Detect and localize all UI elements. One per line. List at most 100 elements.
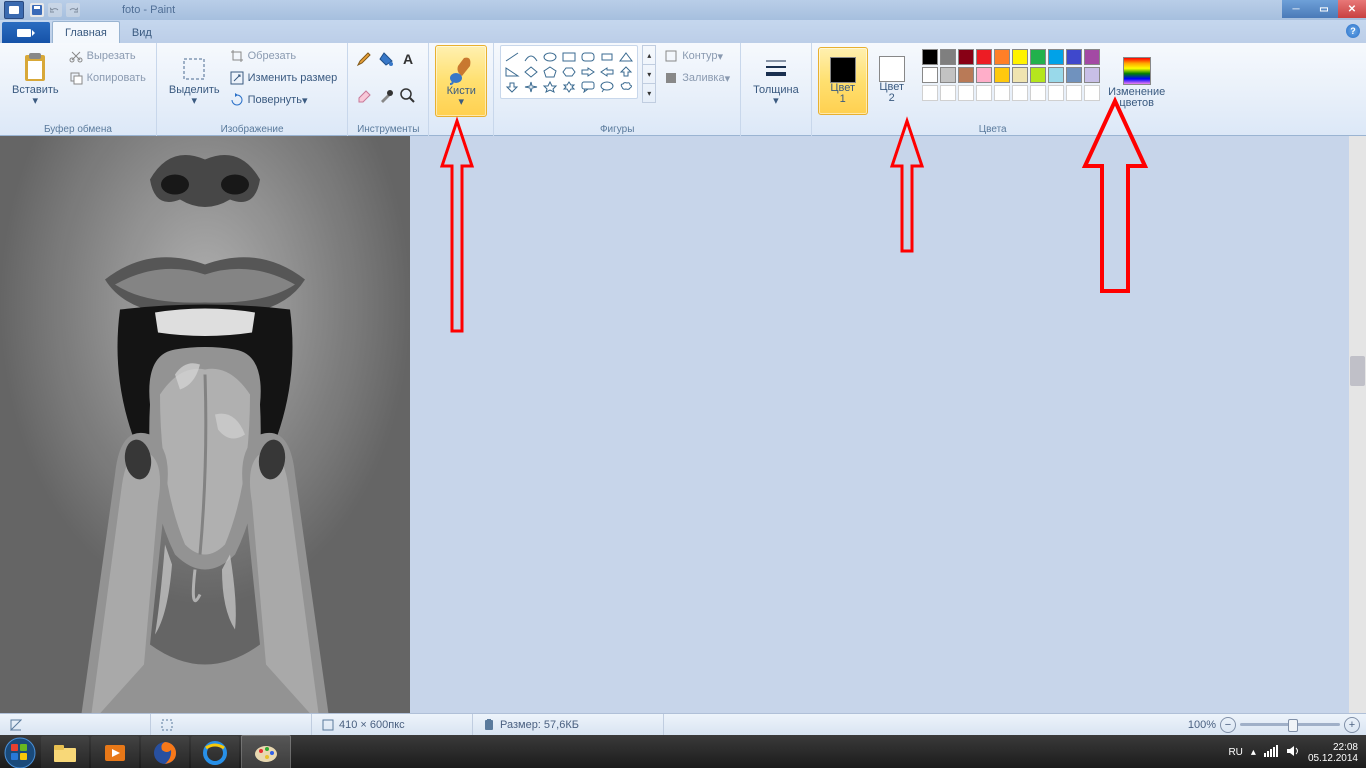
taskbar-explorer[interactable] — [41, 736, 89, 768]
shape-arrow-right[interactable] — [579, 65, 597, 79]
color-swatch[interactable] — [976, 85, 992, 101]
paste-button[interactable]: Вставить▾ — [6, 45, 65, 115]
taskbar-ie[interactable] — [191, 736, 239, 768]
vertical-scrollbar[interactable] — [1349, 136, 1366, 713]
shape-roundrect[interactable] — [579, 50, 597, 64]
canvas-workarea[interactable] — [0, 136, 1366, 713]
brushes-button[interactable]: Кисти▾ — [435, 45, 487, 117]
shape-callout-oval[interactable] — [598, 80, 616, 94]
shape-oval[interactable] — [541, 50, 559, 64]
edit-colors-button[interactable]: Изменение цветов — [1106, 47, 1168, 117]
canvas[interactable] — [0, 136, 410, 713]
shape-polygon[interactable] — [598, 50, 616, 64]
color-swatch[interactable] — [1084, 67, 1100, 83]
color-swatch[interactable] — [1030, 85, 1046, 101]
shape-line[interactable] — [503, 50, 521, 64]
shape-arrow-left[interactable] — [598, 65, 616, 79]
color-swatch[interactable] — [1048, 67, 1064, 83]
color-swatch[interactable] — [1012, 49, 1028, 65]
color-swatch[interactable] — [1084, 49, 1100, 65]
color-swatch[interactable] — [1012, 85, 1028, 101]
scrollbar-thumb[interactable] — [1350, 356, 1365, 386]
redo-icon[interactable] — [66, 3, 80, 17]
shape-triangle[interactable] — [617, 50, 635, 64]
color-swatch[interactable] — [940, 49, 956, 65]
shapes-expand[interactable]: ▾ — [642, 84, 656, 103]
color-swatch[interactable] — [976, 49, 992, 65]
zoom-slider[interactable] — [1240, 723, 1340, 726]
undo-icon[interactable] — [48, 3, 62, 17]
taskbar-media-player[interactable] — [91, 736, 139, 768]
rotate-button[interactable]: Повернуть ▾ — [226, 89, 342, 111]
color-picker-tool[interactable] — [376, 86, 396, 106]
tab-view[interactable]: Вид — [120, 22, 164, 43]
shape-callout-rect[interactable] — [579, 80, 597, 94]
color-swatch[interactable] — [958, 67, 974, 83]
color-swatch[interactable] — [994, 67, 1010, 83]
shape-arrow-up[interactable] — [617, 65, 635, 79]
shape-callout-cloud[interactable] — [617, 80, 635, 94]
shape-star4[interactable] — [522, 80, 540, 94]
tray-network-icon[interactable] — [1264, 745, 1278, 760]
paint-app-icon[interactable] — [4, 1, 24, 19]
color-swatch[interactable] — [958, 85, 974, 101]
color-swatch[interactable] — [922, 85, 938, 101]
color-swatch[interactable] — [940, 67, 956, 83]
maximize-button[interactable]: ▭ — [1310, 0, 1338, 18]
shape-right-triangle[interactable] — [503, 65, 521, 79]
zoom-out-button[interactable]: − — [1220, 717, 1236, 733]
shape-hexagon[interactable] — [560, 65, 578, 79]
tray-lang[interactable]: RU — [1228, 747, 1242, 758]
group-clipboard: Вставить▾ Вырезать Копировать Буфер обме… — [0, 43, 157, 137]
file-menu-tab[interactable] — [2, 22, 50, 43]
minimize-button[interactable]: ─ — [1282, 0, 1310, 18]
color-swatch[interactable] — [1084, 85, 1100, 101]
fill-tool[interactable] — [376, 49, 396, 69]
shape-rect[interactable] — [560, 50, 578, 64]
magnifier-tool[interactable] — [398, 86, 418, 106]
size-button[interactable]: Толщина▾ — [747, 45, 805, 115]
color-swatch[interactable] — [922, 49, 938, 65]
shapes-scroll-down[interactable]: ▾ — [642, 65, 656, 84]
color-swatch[interactable] — [1066, 49, 1082, 65]
taskbar-firefox[interactable] — [141, 736, 189, 768]
color-swatch[interactable] — [1030, 67, 1046, 83]
color2-button[interactable]: Цвет 2 — [868, 47, 916, 113]
color-swatch[interactable] — [994, 85, 1010, 101]
color-swatch[interactable] — [1048, 49, 1064, 65]
resize-button[interactable]: Изменить размер — [226, 67, 342, 89]
color-swatch[interactable] — [1066, 67, 1082, 83]
zoom-in-button[interactable]: + — [1344, 717, 1360, 733]
color-swatch[interactable] — [1066, 85, 1082, 101]
color-swatch[interactable] — [994, 49, 1010, 65]
close-button[interactable]: ✕ — [1338, 0, 1366, 18]
shapes-scroll-up[interactable]: ▴ — [642, 45, 656, 65]
color-swatch[interactable] — [1048, 85, 1064, 101]
color-swatch[interactable] — [1012, 67, 1028, 83]
taskbar-paint[interactable] — [241, 735, 291, 768]
color-swatch[interactable] — [922, 67, 938, 83]
eraser-tool[interactable] — [354, 86, 374, 106]
tray-flag-icon[interactable]: ▴ — [1251, 747, 1256, 758]
text-tool[interactable]: A — [398, 49, 418, 69]
shape-pentagon[interactable] — [541, 65, 559, 79]
save-icon[interactable] — [30, 3, 44, 17]
shape-star6[interactable] — [560, 80, 578, 94]
color-swatch[interactable] — [1030, 49, 1046, 65]
color-swatch[interactable] — [958, 49, 974, 65]
shape-diamond[interactable] — [522, 65, 540, 79]
color-swatch[interactable] — [976, 67, 992, 83]
tray-clock[interactable]: 22:08 05.12.2014 — [1308, 742, 1358, 764]
color-swatch[interactable] — [940, 85, 956, 101]
start-button[interactable] — [0, 735, 40, 768]
shape-arrow-down[interactable] — [503, 80, 521, 94]
help-icon[interactable]: ? — [1346, 24, 1360, 38]
shape-curve[interactable] — [522, 50, 540, 64]
color1-button[interactable]: Цвет 1 — [818, 47, 868, 115]
shape-star5[interactable] — [541, 80, 559, 94]
select-button[interactable]: Выделить▾ — [163, 45, 226, 115]
tray-volume-icon[interactable] — [1286, 745, 1300, 760]
zoom-slider-thumb[interactable] — [1288, 719, 1298, 732]
pencil-tool[interactable] — [354, 49, 374, 69]
tab-home[interactable]: Главная — [52, 21, 120, 43]
